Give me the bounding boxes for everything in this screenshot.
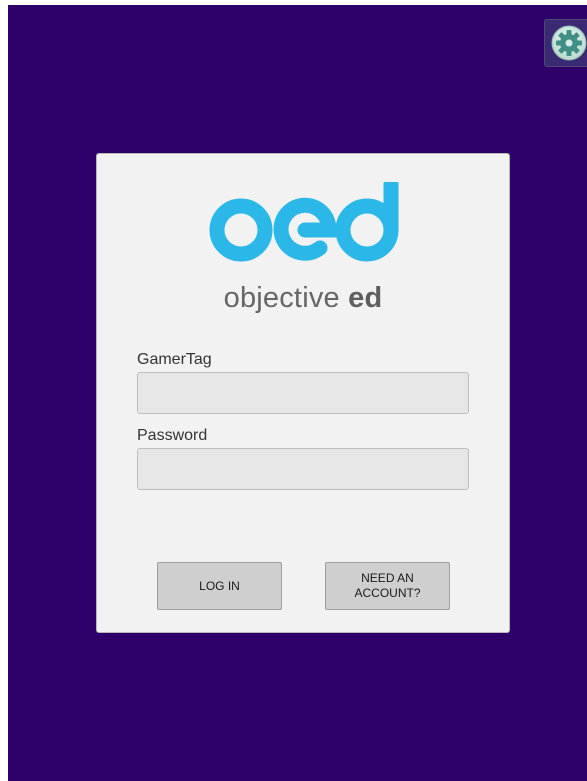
gamertag-input[interactable] [137,372,469,414]
need-account-button[interactable]: NEED AN ACCOUNT? [325,562,450,610]
logo-wordmark-light: objective [223,282,340,314]
password-label: Password [137,427,208,444]
need-account-button-label: NEED AN ACCOUNT? [354,571,421,600]
login-card: objective ed GamerTag Password LOG IN NE… [96,153,510,633]
password-input[interactable] [137,448,469,490]
oed-logo-icon [209,182,399,262]
app-screen: objective ed GamerTag Password LOG IN NE… [8,5,587,781]
settings-button[interactable] [544,19,587,67]
gear-icon [551,25,587,61]
login-button[interactable]: LOG IN [157,562,282,610]
gamertag-label: GamerTag [137,351,212,368]
logo-wordmark-bold: ed [348,282,383,314]
logo-wordmark: objective ed [97,282,509,315]
login-button-label: LOG IN [199,578,240,593]
